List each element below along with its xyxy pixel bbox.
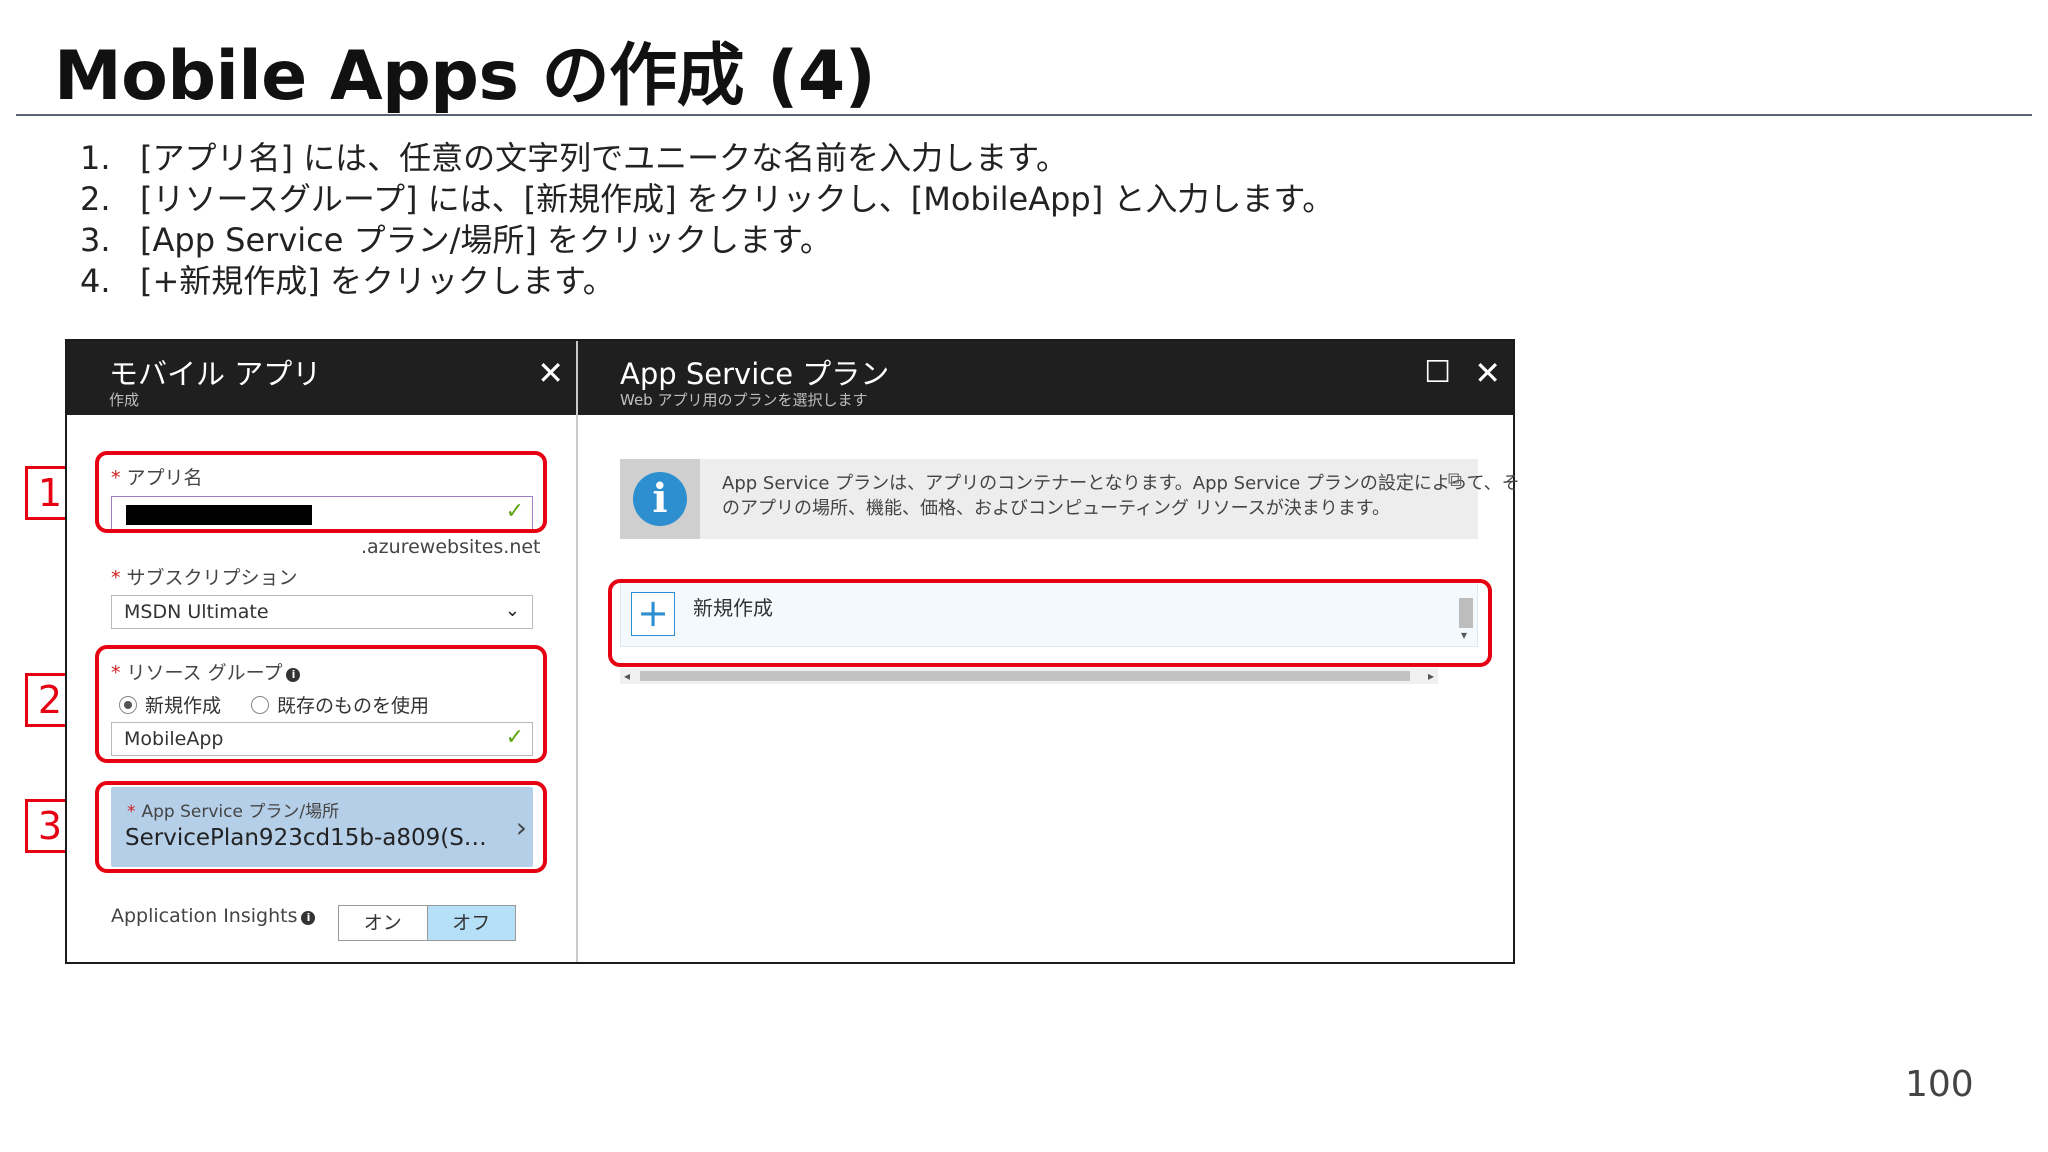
close-icon[interactable]: ✕: [537, 353, 564, 393]
blade-title: モバイル アプリ: [109, 357, 322, 391]
highlight-1: [95, 451, 547, 533]
toggle-on[interactable]: オン: [339, 906, 427, 940]
highlight-3: [95, 781, 547, 873]
portal-screenshot: モバイル アプリ 作成 ✕ * アプリ名 ✓ .azurewebsites.net…: [65, 339, 1520, 964]
blade-subtitle: 作成: [109, 391, 140, 409]
info-icon: i: [633, 472, 687, 526]
blade-subtitle: Web アプリ用のプランを選択します: [620, 391, 868, 409]
subscription-select[interactable]: MSDN Ultimate ⌄: [111, 595, 533, 629]
mobile-app-blade: モバイル アプリ 作成 ✕ * アプリ名 ✓ .azurewebsites.net…: [67, 341, 578, 962]
subscription-label: * サブスクリプション: [111, 567, 298, 589]
step-item: 4. [+新規作成] をクリックします。: [80, 262, 615, 300]
info-icon: i: [301, 911, 316, 925]
blade-header: App Service プラン Web アプリ用のプランを選択します ☐ ✕: [578, 341, 1513, 415]
toggle-off[interactable]: オフ: [426, 906, 515, 940]
maximize-icon[interactable]: ☐: [1424, 353, 1451, 393]
blade-header: モバイル アプリ 作成 ✕: [67, 341, 576, 415]
blade-title: App Service プラン: [620, 357, 890, 391]
step-item: 3. [App Service プラン/場所] をクリックします。: [80, 221, 832, 259]
external-link-icon[interactable]: ⧉: [1448, 467, 1462, 491]
page-number: 100: [1905, 1064, 1974, 1105]
domain-suffix: .azurewebsites.net: [361, 536, 541, 558]
step-item: 1. [アプリ名] には、任意の文字列でユニークな名前を入力します。: [80, 139, 1068, 177]
app-service-plan-blade: App Service プラン Web アプリ用のプランを選択します ☐ ✕ i…: [578, 341, 1520, 962]
info-banner: i App Service プランは、アプリのコンテナーとなります。App Se…: [620, 459, 1520, 539]
title-divider: [16, 114, 2032, 116]
chevron-down-icon: ⌄: [504, 600, 520, 621]
slide-title: Mobile Apps の作成 (4): [54, 37, 876, 116]
close-icon[interactable]: ✕: [1474, 353, 1501, 393]
horizontal-scrollbar[interactable]: ◂ ▸: [620, 668, 1438, 684]
highlight-4: [608, 579, 1492, 667]
highlight-2: [95, 645, 547, 763]
app-insights-label: Application Insights i: [111, 905, 316, 927]
instruction-steps: 1. [アプリ名] には、任意の文字列でユニークな名前を入力します。 2. [リソー…: [80, 138, 1334, 302]
app-insights-toggle[interactable]: オン オフ: [338, 905, 516, 941]
step-item: 2. [リソースグループ] には、[新規作成] をクリックし、[MobileApp…: [80, 180, 1335, 218]
info-text: App Service プランは、アプリのコンテナーとなります。App Serv…: [722, 473, 1520, 519]
